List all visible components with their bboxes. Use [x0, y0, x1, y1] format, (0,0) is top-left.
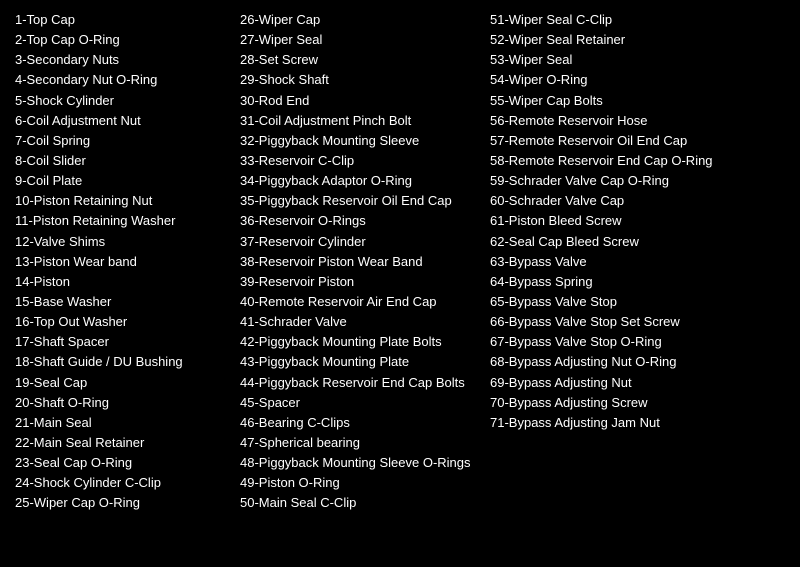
list-item: 37-Reservoir Cylinder [240, 232, 480, 252]
list-item: 2-Top Cap O-Ring [15, 30, 230, 50]
list-item: 18-Shaft Guide / DU Bushing [15, 352, 230, 372]
list-item: 4-Secondary Nut O-Ring [15, 70, 230, 90]
list-item: 39-Reservoir Piston [240, 272, 480, 292]
list-item: 14-Piston [15, 272, 230, 292]
list-item: 63-Bypass Valve [490, 252, 780, 272]
list-item: 24-Shock Cylinder C-Clip [15, 473, 230, 493]
list-item: 32-Piggyback Mounting Sleeve [240, 131, 480, 151]
list-item: 23-Seal Cap O-Ring [15, 453, 230, 473]
list-item: 42-Piggyback Mounting Plate Bolts [240, 332, 480, 352]
column-3: 51-Wiper Seal C-Clip52-Wiper Seal Retain… [485, 10, 785, 433]
list-item: 64-Bypass Spring [490, 272, 780, 292]
list-item: 48-Piggyback Mounting Sleeve O-Rings [240, 453, 480, 473]
list-item: 56-Remote Reservoir Hose [490, 111, 780, 131]
list-item: 34-Piggyback Adaptor O-Ring [240, 171, 480, 191]
list-item: 15-Base Washer [15, 292, 230, 312]
list-item: 7-Coil Spring [15, 131, 230, 151]
list-item: 67-Bypass Valve Stop O-Ring [490, 332, 780, 352]
list-item: 45-Spacer [240, 393, 480, 413]
list-item: 13-Piston Wear band [15, 252, 230, 272]
list-item: 26-Wiper Cap [240, 10, 480, 30]
list-item: 47-Spherical bearing [240, 433, 480, 453]
list-item: 71-Bypass Adjusting Jam Nut [490, 413, 780, 433]
list-item: 68-Bypass Adjusting Nut O-Ring [490, 352, 780, 372]
list-item: 60-Schrader Valve Cap [490, 191, 780, 211]
list-item: 35-Piggyback Reservoir Oil End Cap [240, 191, 480, 211]
list-item: 65-Bypass Valve Stop [490, 292, 780, 312]
list-item: 9-Coil Plate [15, 171, 230, 191]
list-item: 69-Bypass Adjusting Nut [490, 373, 780, 393]
list-item: 1-Top Cap [15, 10, 230, 30]
list-item: 54-Wiper O-Ring [490, 70, 780, 90]
list-item: 29-Shock Shaft [240, 70, 480, 90]
list-item: 3-Secondary Nuts [15, 50, 230, 70]
list-item: 62-Seal Cap Bleed Screw [490, 232, 780, 252]
parts-list: 1-Top Cap2-Top Cap O-Ring3-Secondary Nut… [15, 10, 785, 514]
list-item: 20-Shaft O-Ring [15, 393, 230, 413]
list-item: 31-Coil Adjustment Pinch Bolt [240, 111, 480, 131]
list-item: 19-Seal Cap [15, 373, 230, 393]
list-item: 57-Remote Reservoir Oil End Cap [490, 131, 780, 151]
list-item: 30-Rod End [240, 91, 480, 111]
list-item: 22-Main Seal Retainer [15, 433, 230, 453]
list-item: 43-Piggyback Mounting Plate [240, 352, 480, 372]
list-item: 41-Schrader Valve [240, 312, 480, 332]
list-item: 46-Bearing C-Clips [240, 413, 480, 433]
list-item: 66-Bypass Valve Stop Set Screw [490, 312, 780, 332]
list-item: 11-Piston Retaining Washer [15, 211, 230, 231]
list-item: 6-Coil Adjustment Nut [15, 111, 230, 131]
list-item: 21-Main Seal [15, 413, 230, 433]
list-item: 25-Wiper Cap O-Ring [15, 493, 230, 513]
list-item: 28-Set Screw [240, 50, 480, 70]
list-item: 36-Reservoir O-Rings [240, 211, 480, 231]
list-item: 49-Piston O-Ring [240, 473, 480, 493]
list-item: 12-Valve Shims [15, 232, 230, 252]
list-item: 52-Wiper Seal Retainer [490, 30, 780, 50]
list-item: 44-Piggyback Reservoir End Cap Bolts [240, 373, 480, 393]
list-item: 51-Wiper Seal C-Clip [490, 10, 780, 30]
list-item: 55-Wiper Cap Bolts [490, 91, 780, 111]
list-item: 5-Shock Cylinder [15, 91, 230, 111]
list-item: 10-Piston Retaining Nut [15, 191, 230, 211]
list-item: 50-Main Seal C-Clip [240, 493, 480, 513]
list-item: 27-Wiper Seal [240, 30, 480, 50]
column-2: 26-Wiper Cap27-Wiper Seal28-Set Screw29-… [235, 10, 485, 514]
list-item: 16-Top Out Washer [15, 312, 230, 332]
list-item: 59-Schrader Valve Cap O-Ring [490, 171, 780, 191]
list-item: 61-Piston Bleed Screw [490, 211, 780, 231]
list-item: 8-Coil Slider [15, 151, 230, 171]
list-item: 70-Bypass Adjusting Screw [490, 393, 780, 413]
list-item: 17-Shaft Spacer [15, 332, 230, 352]
list-item: 58-Remote Reservoir End Cap O-Ring [490, 151, 780, 171]
list-item: 40-Remote Reservoir Air End Cap [240, 292, 480, 312]
list-item: 33-Reservoir C-Clip [240, 151, 480, 171]
list-item: 53-Wiper Seal [490, 50, 780, 70]
list-item: 38-Reservoir Piston Wear Band [240, 252, 480, 272]
column-1: 1-Top Cap2-Top Cap O-Ring3-Secondary Nut… [15, 10, 235, 514]
